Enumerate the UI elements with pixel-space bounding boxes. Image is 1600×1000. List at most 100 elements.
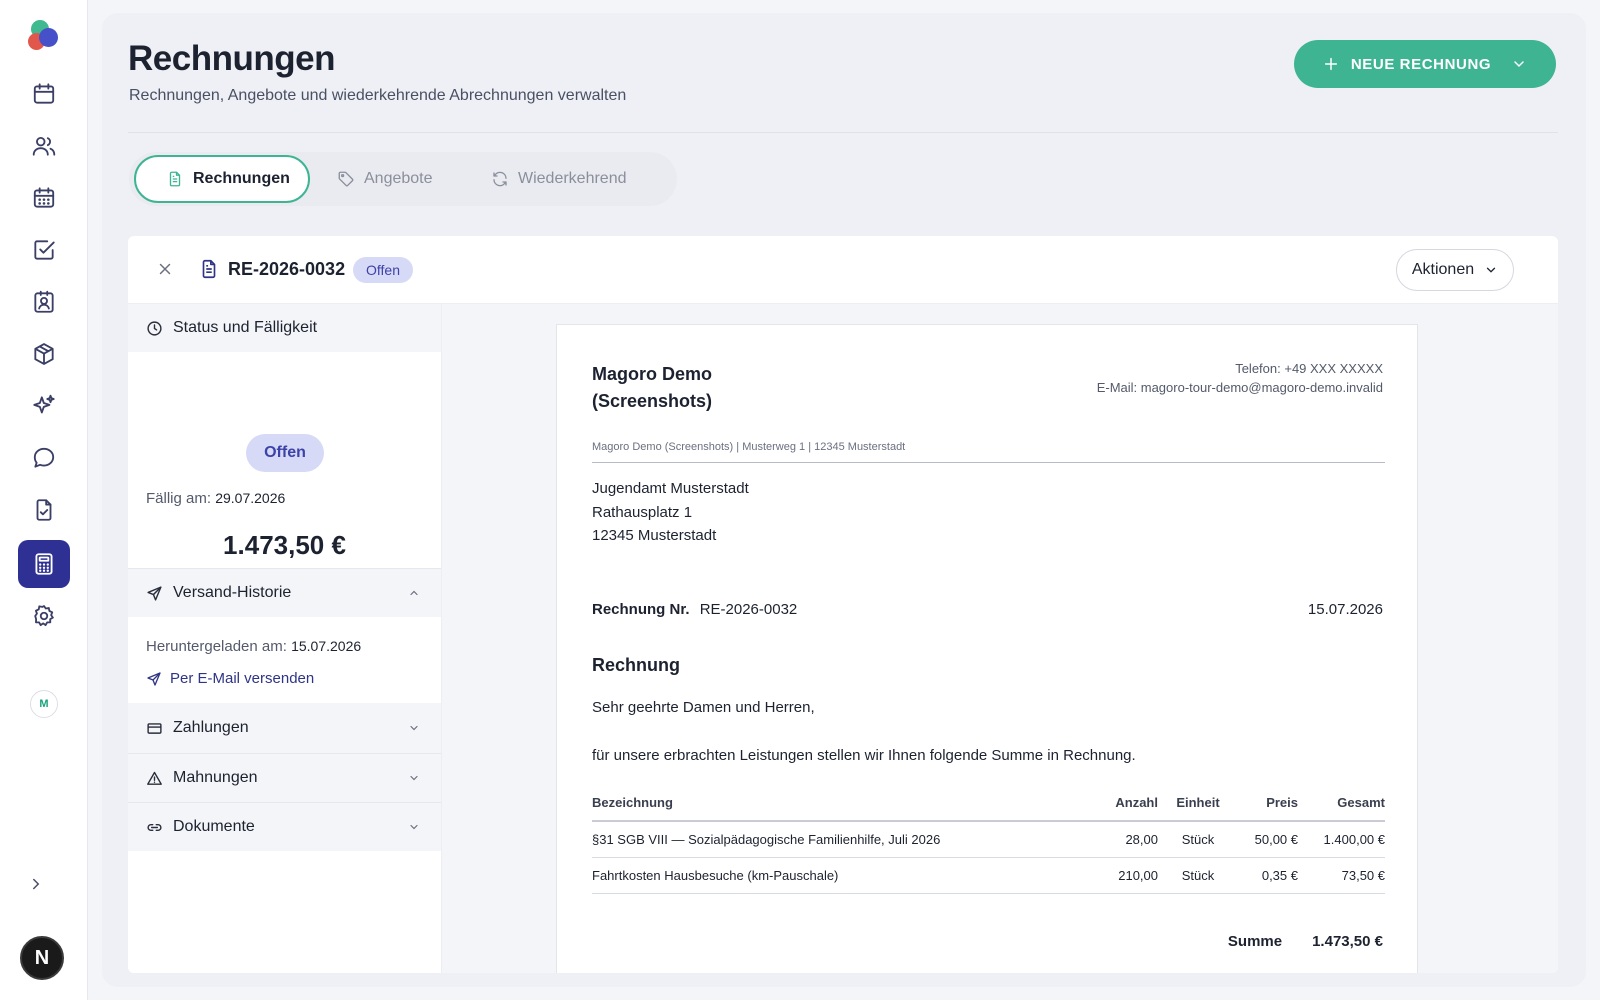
plus-icon <box>1324 57 1337 71</box>
invoice-sidebar-panel: Status und Fälligkeit Offen Fällig am: 2… <box>128 304 442 973</box>
send-email-label: Per E-Mail versenden <box>170 670 315 687</box>
reminders-section-label: Mahnungen <box>173 769 258 786</box>
app-logo[interactable] <box>27 18 59 52</box>
company-phone: Telefon: +49 XXX XXXXX <box>1235 361 1383 376</box>
status-section-label: Status und Fälligkeit <box>173 319 318 336</box>
main-panel: Rechnungen Rechnungen, Angebote und wied… <box>102 13 1586 987</box>
sidebar: M N <box>0 0 88 1000</box>
users-icon[interactable] <box>18 122 70 170</box>
downloaded-label: Heruntergeladen am: <box>146 638 287 655</box>
dispatch-section-header[interactable]: Versand-Historie <box>128 569 441 617</box>
tab-invoices[interactable]: Rechnungen <box>134 155 310 203</box>
close-icon[interactable] <box>156 260 174 278</box>
documents-section-label: Dokumente <box>173 818 255 835</box>
document-heading: Rechnung <box>592 655 680 675</box>
status-section-header: Status und Fälligkeit <box>128 304 441 352</box>
gear-icon[interactable] <box>18 592 70 640</box>
cell-unit: Stück <box>1158 821 1228 858</box>
chevron-right-icon[interactable] <box>24 872 48 896</box>
tab-recurring[interactable]: Wiederkehrend <box>491 155 627 203</box>
calendar-grid-icon[interactable] <box>18 174 70 222</box>
link-icon <box>147 823 162 831</box>
chevron-down-icon[interactable] <box>408 772 420 784</box>
tab-offers[interactable]: Angebote <box>337 155 433 203</box>
table-row: Fahrtkosten Hausbesuche (km-Pauschale) 2… <box>592 857 1385 894</box>
invoice-number-line: Rechnung Nr. RE-2026-0032 <box>592 601 797 618</box>
new-invoice-button[interactable]: NEUE RECHNUNG <box>1294 40 1556 88</box>
tab-bar: Rechnungen Angebote Wiederkehrend <box>129 152 677 206</box>
user-avatar[interactable]: N <box>20 936 64 980</box>
chevron-down-icon <box>1486 267 1496 273</box>
chevron-down-icon[interactable] <box>1511 56 1527 72</box>
status-badge: Offen <box>353 257 413 283</box>
new-invoice-label: NEUE RECHNUNG <box>1350 55 1492 73</box>
chevron-down-icon[interactable] <box>408 722 420 734</box>
status-pill: Offen <box>246 434 324 472</box>
invoice-number-value: RE-2026-0032 <box>699 601 798 618</box>
company-contact: Telefon: +49 XXX XXXXX E-Mail: magoro-to… <box>1097 359 1383 397</box>
chevron-up-icon[interactable] <box>408 587 420 599</box>
cell-total: 73,50 € <box>1298 857 1385 894</box>
salutation: Sehr geehrte Damen und Herren, <box>592 699 815 716</box>
column-header: Einheit <box>1158 785 1228 822</box>
cell-quantity: 210,00 <box>1092 857 1158 894</box>
invoice-document: Magoro Demo (Screenshots) Telefon: +49 X… <box>556 324 1418 973</box>
page-subtitle: Rechnungen, Angebote und wiederkehrende … <box>129 87 627 104</box>
company-name: Magoro Demo (Screenshots) <box>592 361 712 415</box>
due-date-value: 29.07.2026 <box>215 490 286 506</box>
reminders-section-header[interactable]: Mahnungen <box>128 754 441 802</box>
sender-address-line: Magoro Demo (Screenshots) | Musterweg 1 … <box>592 441 906 453</box>
header-divider <box>128 132 1558 133</box>
sum-value: 1.473,50 € <box>1312 933 1383 950</box>
package-icon[interactable] <box>18 330 70 378</box>
payments-section-label: Zahlungen <box>173 719 249 736</box>
cell-total: 1.400,00 € <box>1298 821 1385 858</box>
cell-quantity: 28,00 <box>1092 821 1158 858</box>
sum-line: Summe 1.473,50 € <box>1228 933 1383 950</box>
company-name-line1: Magoro Demo <box>592 364 713 384</box>
invoice-number: RE-2026-0032 <box>228 259 346 279</box>
tab-invoices-label: Rechnungen <box>193 170 290 187</box>
recipient-address: Jugendamt Musterstadt Rathausplatz 1 123… <box>592 477 749 548</box>
send-icon <box>147 585 162 601</box>
checkbox-icon[interactable] <box>18 226 70 274</box>
documents-section-header[interactable]: Dokumente <box>128 803 441 851</box>
clock-icon <box>147 320 162 336</box>
page-title: Rechnungen <box>128 39 335 78</box>
calculator-icon[interactable] <box>18 540 70 588</box>
downloaded-date: 15.07.2026 <box>291 638 362 654</box>
recipient-line: 12345 Musterstadt <box>592 527 717 544</box>
tag-icon <box>338 171 354 187</box>
actions-button[interactable]: Aktionen <box>1396 249 1514 291</box>
document-preview-area[interactable]: Magoro Demo (Screenshots) Telefon: +49 X… <box>442 304 1558 973</box>
column-header: Anzahl <box>1092 785 1158 822</box>
column-header: Gesamt <box>1298 785 1385 822</box>
invoice-number-label: Rechnung Nr. <box>592 601 690 618</box>
refresh-icon <box>493 171 507 187</box>
invoice-amount: 1.473,50 € <box>223 530 346 560</box>
credit-card-icon <box>147 722 162 734</box>
tab-recurring-label: Wiederkehrend <box>518 170 627 187</box>
due-date-line: Fällig am: 29.07.2026 <box>146 490 285 507</box>
intro-text: für unsere erbrachten Leistungen stellen… <box>592 747 1136 764</box>
payments-section-header[interactable]: Zahlungen <box>128 703 441 753</box>
calendar-icon[interactable] <box>18 70 70 118</box>
workspace-avatar[interactable]: M <box>30 690 58 718</box>
document-check-icon[interactable] <box>18 486 70 534</box>
table-header-row: Bezeichnung Anzahl Einheit Preis Gesamt <box>592 785 1385 822</box>
invoice-detail-card: RE-2026-0032 Offen Aktionen Status und F… <box>128 236 1558 973</box>
actions-label: Aktionen <box>1411 261 1475 278</box>
chat-icon[interactable] <box>18 434 70 482</box>
cell-price: 50,00 € <box>1228 821 1298 858</box>
recipient-line: Jugendamt Musterstadt <box>592 480 749 497</box>
sparkles-icon[interactable] <box>18 382 70 430</box>
downloaded-line: Heruntergeladen am: 15.07.2026 <box>146 638 361 655</box>
line-items-table: Bezeichnung Anzahl Einheit Preis Gesamt … <box>592 785 1385 894</box>
invoice-date: 15.07.2026 <box>1307 601 1383 618</box>
contact-card-icon[interactable] <box>18 278 70 326</box>
send-email-link[interactable]: Per E-Mail versenden <box>146 670 314 687</box>
chevron-down-icon[interactable] <box>408 821 420 833</box>
column-header: Bezeichnung <box>592 785 1092 822</box>
due-date-label: Fällig am: <box>146 490 212 507</box>
warning-icon <box>147 771 162 785</box>
